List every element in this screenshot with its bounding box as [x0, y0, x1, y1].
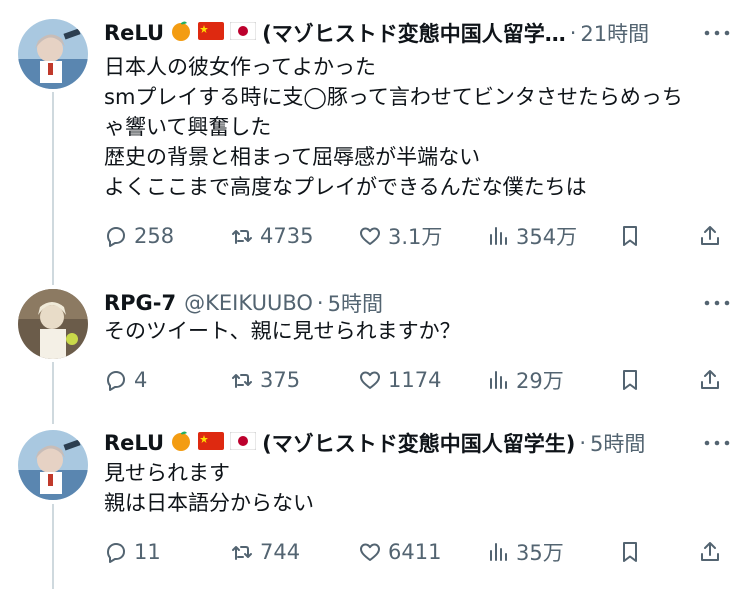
- bookmark-icon: [623, 226, 637, 246]
- tweet-header: ReLU (マゾヒストド変態中国人留学… · 21時間: [104, 16, 730, 50]
- like-count: 3.1万: [388, 225, 443, 249]
- separator-dot: ·: [579, 431, 586, 455]
- bookmark-button[interactable]: [618, 540, 648, 564]
- japan-flag-icon: [229, 431, 257, 455]
- bookmark-icon: [623, 542, 637, 562]
- retweet-icon: [232, 374, 252, 388]
- views-count: 354万: [516, 225, 578, 249]
- retweet-count: 744: [260, 540, 301, 564]
- views-icon: [490, 371, 507, 389]
- timestamp[interactable]: 5時間: [590, 428, 645, 458]
- reply-icon: [107, 371, 125, 391]
- bookmark-icon: [623, 370, 637, 390]
- bookmark-button[interactable]: [618, 224, 648, 248]
- display-name-suffix[interactable]: (マゾヒストド変態中国人留学…: [262, 18, 566, 48]
- retweet-count: 4735: [260, 224, 314, 248]
- orange-emoji-icon: [170, 430, 192, 457]
- display-name[interactable]: RPG-7: [104, 291, 176, 315]
- views-icon: [490, 543, 507, 561]
- timestamp[interactable]: 5時間: [328, 288, 383, 318]
- more-icon[interactable]: [702, 21, 732, 51]
- share-icon: [701, 542, 719, 561]
- tweet[interactable]: ReLU (マゾヒストド変態中国人留学生) · 5時間 見せられます 親は日本語…: [0, 426, 750, 576]
- japan-flag-icon: [229, 21, 257, 45]
- avatar[interactable]: [18, 19, 88, 89]
- reply-count: 258: [134, 224, 175, 248]
- reply-count: 4: [134, 368, 148, 392]
- retweet-icon: [232, 230, 252, 244]
- share-icon: [701, 370, 719, 389]
- share-button[interactable]: [698, 368, 728, 392]
- like-button[interactable]: 3.1万: [358, 221, 442, 251]
- retweet-icon: [232, 546, 252, 560]
- views-button[interactable]: 35万: [486, 537, 564, 567]
- display-name-suffix[interactable]: (マゾヒストド変態中国人留学生): [262, 428, 575, 458]
- action-bar: 11 744 6411 35万: [104, 536, 728, 568]
- reply-button[interactable]: 258: [104, 224, 174, 248]
- tweet[interactable]: RPG-7 @KEIKUUBO · 5時間 そのツイート、親に見せられますか？ …: [0, 286, 750, 416]
- orange-emoji-icon: [170, 20, 192, 47]
- share-button[interactable]: [698, 224, 728, 248]
- reply-icon: [107, 227, 125, 247]
- reply-button[interactable]: 4: [104, 368, 147, 392]
- china-flag-icon: [198, 21, 225, 45]
- avatar[interactable]: [18, 289, 88, 359]
- views-button[interactable]: 29万: [486, 365, 564, 395]
- separator-dot: ·: [569, 21, 577, 45]
- like-icon: [360, 543, 380, 561]
- like-count: 6411: [388, 540, 442, 564]
- tweet-header: RPG-7 @KEIKUUBO · 5時間: [104, 286, 730, 320]
- share-icon: [701, 226, 719, 245]
- reply-count: 11: [134, 540, 161, 564]
- tweet-text: 日本人の彼女作ってよかった smプレイする時に支◯豚って言わせてビンタさせたらめ…: [104, 55, 683, 199]
- more-icon[interactable]: [702, 431, 732, 461]
- action-bar: 258 4735 3.1万 354万: [104, 220, 728, 252]
- like-icon: [360, 371, 380, 389]
- views-count: 35万: [516, 541, 564, 565]
- retweet-button[interactable]: 375: [230, 368, 300, 392]
- like-count: 1174: [388, 368, 442, 392]
- separator-dot: ·: [316, 291, 324, 315]
- like-button[interactable]: 6411: [358, 540, 441, 564]
- display-name[interactable]: ReLU: [104, 431, 164, 455]
- retweet-count: 375: [260, 368, 301, 392]
- avatar[interactable]: [18, 430, 88, 500]
- tweet-text: そのツイート、親に見せられますか？: [104, 319, 461, 343]
- display-name[interactable]: ReLU: [104, 21, 164, 45]
- tweet-header: ReLU (マゾヒストド変態中国人留学生) · 5時間: [104, 426, 730, 460]
- share-button[interactable]: [698, 540, 728, 564]
- reply-icon: [107, 543, 125, 563]
- retweet-button[interactable]: 744: [230, 540, 300, 564]
- tweet[interactable]: ReLU (マゾヒストド変態中国人留学… · 21時間 日本人の彼女作ってよかっ…: [0, 16, 750, 276]
- like-icon: [360, 227, 380, 245]
- reply-button[interactable]: 11: [104, 540, 161, 564]
- views-count: 29万: [516, 369, 564, 393]
- handle[interactable]: @KEIKUUBO: [184, 291, 313, 315]
- action-bar: 4 375 1174 29万: [104, 364, 728, 396]
- tweet-text: 見せられます 親は日本語分からない: [104, 461, 314, 515]
- like-button[interactable]: 1174: [358, 368, 441, 392]
- more-icon[interactable]: [702, 291, 732, 321]
- views-icon: [490, 227, 507, 245]
- timestamp[interactable]: 21時間: [580, 18, 649, 48]
- bookmark-button[interactable]: [618, 368, 648, 392]
- china-flag-icon: [198, 431, 225, 455]
- retweet-button[interactable]: 4735: [230, 224, 313, 248]
- views-button[interactable]: 354万: [486, 221, 577, 251]
